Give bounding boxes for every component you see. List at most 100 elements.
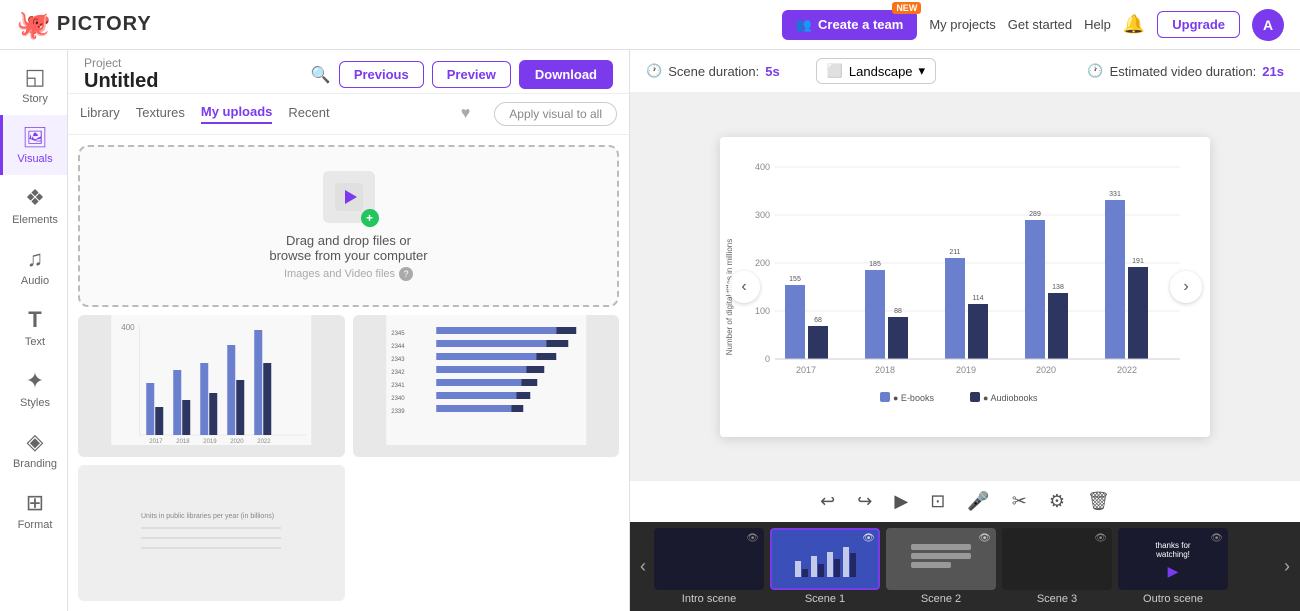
sidebar-item-visuals[interactable]: 🖼 Visuals <box>0 115 67 175</box>
scene2-content <box>906 539 976 579</box>
filmstrip: ‹ 👁 Intro scene 👁 <box>630 522 1300 611</box>
visibility-icon-outro: 👁 <box>1210 533 1223 544</box>
play-button[interactable]: ▶ <box>888 487 914 516</box>
settings-button[interactable]: ⚙ <box>1043 487 1071 516</box>
canvas-frame: Number of digital titles in millions 400… <box>720 137 1210 437</box>
svg-text:2018: 2018 <box>875 365 895 375</box>
svg-text:185: 185 <box>869 261 881 268</box>
svg-text:2340: 2340 <box>391 396 405 402</box>
sidebar-item-story[interactable]: ◱ Story <box>0 54 67 115</box>
upload-area[interactable]: + Drag and drop files or browse from you… <box>78 145 619 307</box>
preview-button[interactable]: Preview <box>432 61 511 88</box>
sidebar-item-audio[interactable]: ♫ Audio <box>0 236 67 297</box>
sidebar-item-format[interactable]: ⊞ Format <box>0 480 67 541</box>
project-header-row: Project Untitled 🔍 Previous Preview Down… <box>68 50 629 94</box>
mic-button[interactable]: 🎤 <box>961 487 995 516</box>
sidebar-item-styles[interactable]: ✦ Styles <box>0 358 67 419</box>
scene-item-3[interactable]: 👁 Scene 3 <box>1002 528 1112 605</box>
favorites-icon[interactable]: ♥ <box>461 105 471 123</box>
svg-text:289: 289 <box>1029 211 1041 218</box>
help-icon[interactable]: ? <box>399 267 413 281</box>
svg-text:2339: 2339 <box>391 409 405 415</box>
subtitle-button[interactable]: ⊡ <box>924 487 951 516</box>
apply-visual-button[interactable]: Apply visual to all <box>494 102 617 126</box>
left-panel: Project Untitled 🔍 Previous Preview Down… <box>68 50 630 611</box>
avatar[interactable]: A <box>1252 9 1284 41</box>
sidebar-item-branding[interactable]: ◈ Branding <box>0 419 67 480</box>
scene-item-2[interactable]: 👁 Scene 2 <box>886 528 996 605</box>
upload-plus-icon: + <box>361 209 379 227</box>
tab-recent[interactable]: Recent <box>288 105 329 123</box>
outro-text: thanks forwatching! <box>1151 539 1194 561</box>
svg-text:2020: 2020 <box>230 439 244 445</box>
project-info: Project Untitled <box>84 56 158 93</box>
scissors-button[interactable]: ✂ <box>1006 487 1033 516</box>
canvas-previous-arrow[interactable]: ‹ <box>728 271 760 303</box>
svg-text:2018: 2018 <box>176 439 190 445</box>
styles-icon: ✦ <box>26 368 44 394</box>
header-actions: 🔍 Previous Preview Download <box>311 60 613 89</box>
scene-thumb-1: 👁 <box>770 528 880 590</box>
upgrade-button[interactable]: Upgrade <box>1157 11 1240 38</box>
canvas-next-arrow[interactable]: › <box>1170 271 1202 303</box>
get-started-link[interactable]: Get started <box>1008 17 1072 32</box>
scene-label-2: Scene 2 <box>921 593 961 605</box>
scene-item-outro[interactable]: 👁 thanks forwatching! ▶ Outro scene <box>1118 528 1228 605</box>
previous-button[interactable]: Previous <box>339 61 424 88</box>
svg-text:2342: 2342 <box>391 370 405 376</box>
logo-text: PICTORY <box>57 13 152 36</box>
svg-text:2341: 2341 <box>391 383 405 389</box>
svg-text:2020: 2020 <box>1036 365 1056 375</box>
svg-text:0: 0 <box>765 354 770 364</box>
svg-text:200: 200 <box>755 258 770 268</box>
filmstrip-scenes: 👁 Intro scene 👁 <box>654 528 1276 605</box>
scene-thumb-outro: 👁 thanks forwatching! ▶ <box>1118 528 1228 590</box>
visuals-icon: 🖼 <box>22 125 47 150</box>
help-link[interactable]: Help <box>1084 17 1111 32</box>
clock2-icon: 🕐 <box>1087 63 1103 79</box>
scene-item-intro[interactable]: 👁 Intro scene <box>654 528 764 605</box>
tabs-row: Library Textures My uploads Recent ♥ App… <box>68 94 629 135</box>
thumbnail-item[interactable]: 2345 2344 2343 2342 2341 <box>353 315 620 457</box>
logo-area: 🐙 PICTORY <box>16 8 770 41</box>
visuals-panel: Library Textures My uploads Recent ♥ App… <box>68 94 629 611</box>
sidebar-icons: ◱ Story 🖼 Visuals ❖ Elements ♫ Audio T T… <box>0 50 68 611</box>
svg-text:● E-books: ● E-books <box>893 393 934 403</box>
search-button[interactable]: 🔍 <box>311 65 331 85</box>
redo-button[interactable]: ↪ <box>851 487 878 516</box>
thumbnail-item[interactable]: Units in public libraries per year (in b… <box>78 465 345 602</box>
filmstrip-next-arrow[interactable]: › <box>1284 556 1290 577</box>
tab-my-uploads[interactable]: My uploads <box>201 104 273 124</box>
header-top-row: Project Untitled 🔍 Previous Preview Down… <box>84 56 613 93</box>
filmstrip-prev-arrow[interactable]: ‹ <box>640 556 646 577</box>
audio-icon: ♫ <box>27 246 44 272</box>
download-button[interactable]: Download <box>519 60 613 89</box>
tab-library[interactable]: Library <box>80 105 120 123</box>
thumbnail-item[interactable]: 400 <box>78 315 345 457</box>
chart-thumbnail-3: Units in public libraries per year (in b… <box>131 503 291 563</box>
bell-icon[interactable]: 🔔 <box>1123 14 1145 35</box>
svg-text:100: 100 <box>755 306 770 316</box>
upload-icon-wrap: + <box>323 171 375 223</box>
scene-label-intro: Intro scene <box>682 593 736 605</box>
undo-button[interactable]: ↩ <box>814 487 841 516</box>
svg-text:211: 211 <box>949 249 960 256</box>
delete-button[interactable]: 🗑 <box>1081 487 1116 516</box>
sidebar-item-text[interactable]: T Text <box>0 297 67 358</box>
tab-textures[interactable]: Textures <box>136 105 185 123</box>
scene-item-1[interactable]: 👁 Scene 1 <box>770 528 880 605</box>
sidebar-item-elements[interactable]: ❖ Elements <box>0 175 67 236</box>
landscape-selector[interactable]: ⬜ Landscape ▾ <box>816 58 936 84</box>
chevron-down-icon: ▾ <box>919 63 926 79</box>
canvas-toolbar: ↩ ↪ ▶ ⊡ 🎤 ✂ ⚙ 🗑 <box>630 480 1300 522</box>
svg-text:● Audiobooks: ● Audiobooks <box>983 393 1038 403</box>
my-projects-link[interactable]: My projects <box>929 17 995 32</box>
estimated-duration: 🕐 Estimated video duration: 21s <box>1087 63 1284 79</box>
scene-label-1: Scene 1 <box>805 593 845 605</box>
visibility-icon-intro: 👁 <box>746 533 759 544</box>
right-panel: 🕐 Scene duration: 5s ⬜ Landscape ▾ 🕐 Est… <box>630 50 1300 611</box>
top-nav: 🐙 PICTORY 👥 Create a team NEW My project… <box>0 0 1300 50</box>
text-icon: T <box>28 307 41 333</box>
create-team-button[interactable]: 👥 Create a team NEW <box>782 10 917 40</box>
clock-icon: 🕐 <box>646 63 662 79</box>
